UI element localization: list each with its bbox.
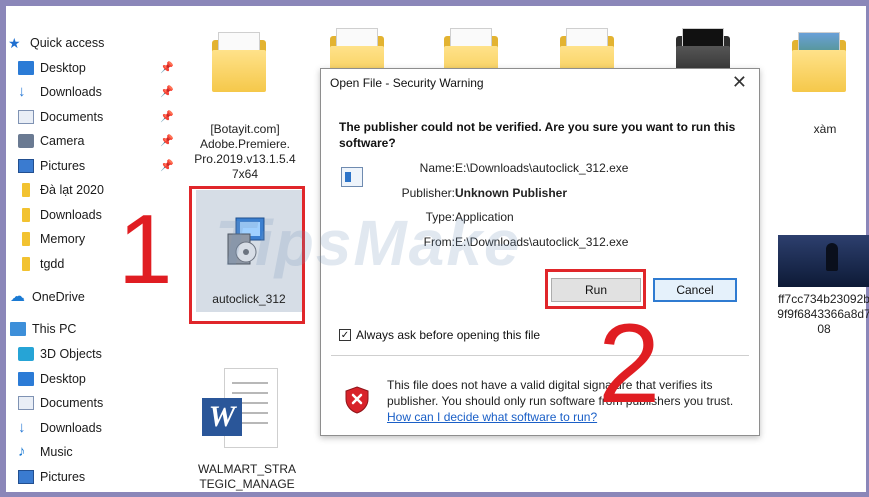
folder-icon[interactable] (330, 28, 386, 68)
nav-onedrive[interactable]: ☁ OneDrive (10, 286, 85, 308)
folder-icon[interactable] (212, 32, 268, 94)
folder-icon (22, 183, 30, 197)
pin-icon[interactable]: 📌 (160, 61, 174, 74)
pin-icon[interactable]: 📌 (160, 134, 174, 147)
field-publisher: Publisher: Unknown Publisher (401, 186, 568, 200)
publisher-question: The publisher could not be verified. Are… (339, 120, 736, 150)
nav-documents[interactable]: Documents (18, 106, 103, 128)
documents-icon (18, 396, 34, 410)
folder-icon[interactable] (792, 32, 852, 94)
camera-icon (18, 134, 34, 148)
file-label-botayit[interactable]: [Botayit.com] Adobe.Premiere. Pro.2019.v… (190, 122, 300, 182)
nav-pc-desktop[interactable]: Desktop (18, 368, 86, 390)
folder-icon (22, 208, 30, 222)
pin-icon[interactable]: 📌 (160, 159, 174, 172)
word-document-icon[interactable]: W (202, 368, 282, 448)
folder-icon (22, 232, 30, 246)
field-name: Name: E:\Downloads\autoclick_312.exe (419, 161, 629, 175)
image-thumbnail[interactable] (778, 235, 869, 287)
signature-warning-text: This file does not have a valid digital … (387, 378, 734, 424)
pin-icon[interactable]: 📌 (160, 85, 174, 98)
documents-icon (18, 110, 34, 124)
nav-pictures[interactable]: Pictures (18, 155, 85, 177)
help-link[interactable]: How can I decide what software to run? (387, 410, 597, 424)
thumbnail-figure (826, 243, 838, 271)
dialog-divider (331, 355, 749, 356)
nav-camera[interactable]: Camera (18, 130, 84, 152)
pin-icon[interactable]: 📌 (160, 110, 174, 123)
download-arrow-icon: ↓ (18, 83, 26, 100)
shield-warning-icon (345, 386, 369, 414)
cancel-button[interactable]: Cancel (653, 278, 737, 302)
nav-pc-documents[interactable]: Documents (18, 392, 103, 414)
always-ask-label: Always ask before opening this file (356, 328, 541, 342)
annotation-step-2: 2 (598, 301, 661, 426)
pictures-icon (18, 470, 34, 484)
nav-pc-downloads[interactable]: ↓ Downloads (18, 417, 102, 439)
watermark: TipsMake (215, 207, 522, 279)
nav-folder-tgdd[interactable]: tgdd (18, 253, 64, 275)
desktop-icon (18, 61, 34, 75)
folder-icon[interactable] (444, 28, 500, 68)
file-label-hash[interactable]: ff7cc734b23092b 9f9f6843366a8d7 08 (774, 292, 869, 337)
file-label-walmart[interactable]: WALMART_STRA TEGIC_MANAGE (192, 462, 302, 492)
nav-folder-memory[interactable]: Memory (18, 228, 85, 250)
always-ask-checkbox-row[interactable]: ✓ Always ask before opening this file (339, 328, 540, 342)
close-icon[interactable]: ✕ (732, 72, 747, 93)
nav-downloads[interactable]: ↓ Downloads (18, 81, 102, 103)
desktop-icon (18, 372, 34, 386)
star-icon: ★ (8, 35, 21, 51)
3d-objects-icon (18, 347, 34, 361)
dialog-titlebar[interactable]: Open File - Security Warning ✕ (321, 69, 759, 97)
nav-pc-music[interactable]: ♪ Music (18, 441, 73, 463)
music-icon: ♪ (18, 443, 26, 460)
computer-icon (10, 322, 26, 336)
annotation-step-1: 1 (118, 194, 173, 304)
pictures-icon (18, 159, 34, 173)
folder-icon (22, 257, 30, 271)
always-ask-checkbox[interactable]: ✓ (339, 329, 351, 341)
cloud-icon: ☁ (10, 288, 25, 305)
file-label-xam[interactable]: xàm (790, 122, 860, 137)
nav-folder-da-lat[interactable]: Đà lạt 2020 (18, 179, 104, 201)
dialog-title: Open File - Security Warning (330, 76, 484, 90)
nav-3d-objects[interactable]: 3D Objects (18, 343, 102, 365)
folder-icon[interactable] (676, 28, 732, 68)
nav-folder-downloads[interactable]: Downloads (18, 204, 102, 226)
nav-quick-access[interactable]: ★ Quick access (8, 32, 104, 54)
folder-icon[interactable] (560, 28, 616, 68)
nav-pc-pictures[interactable]: Pictures (18, 466, 85, 488)
download-arrow-icon: ↓ (18, 419, 26, 436)
nav-desktop[interactable]: Desktop (18, 57, 86, 79)
nav-this-pc[interactable]: This PC (10, 318, 76, 340)
